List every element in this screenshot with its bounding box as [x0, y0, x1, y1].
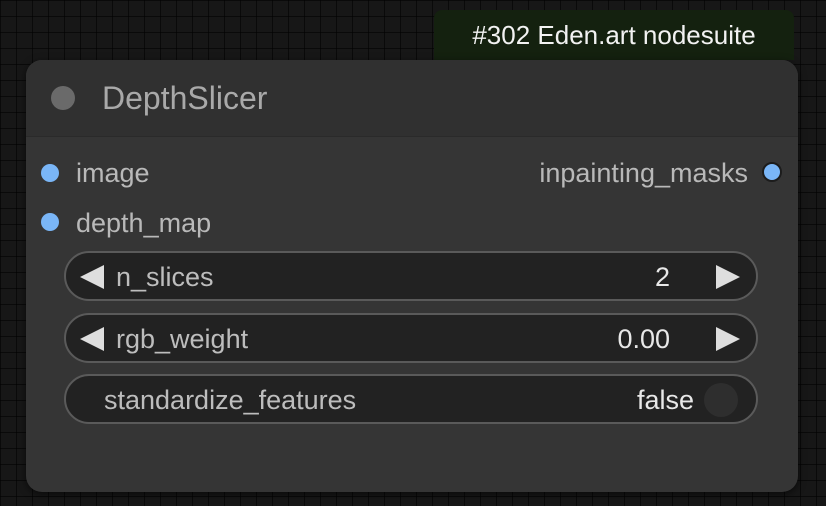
node-header[interactable]: DepthSlicer — [26, 60, 798, 137]
standardize-features-value: false — [636, 385, 694, 415]
rgb-weight-increment-icon[interactable] — [716, 327, 740, 351]
n-slices-decrement-icon[interactable] — [80, 265, 104, 289]
node-title: DepthSlicer — [102, 80, 268, 116]
input-slot-image-icon[interactable] — [41, 164, 59, 182]
rgb-weight-value[interactable]: 0.00 — [617, 324, 670, 354]
rgb-weight-decrement-icon[interactable] — [80, 327, 104, 351]
output-label-inpainting-masks: inpainting_masks — [539, 158, 748, 188]
node-status-icon[interactable] — [51, 86, 75, 110]
n-slices-value[interactable]: 2 — [655, 262, 670, 292]
rgb-weight-label: rgb_weight — [116, 324, 249, 354]
node-source-badge: #302 Eden.art nodesuite — [434, 10, 794, 60]
n-slices-label: n_slices — [116, 262, 214, 292]
rgb-weight-widget[interactable]: rgb_weight 0.00 — [64, 313, 758, 363]
n-slices-widget[interactable]: n_slices 2 — [64, 251, 758, 301]
input-slot-depth-map-icon[interactable] — [41, 213, 59, 231]
input-label-image: image — [76, 158, 150, 188]
input-label-depth-map: depth_map — [76, 208, 212, 238]
toggle-off-icon[interactable] — [704, 383, 738, 417]
standardize-features-label: standardize_features — [104, 385, 357, 415]
output-slot-inpainting-masks-icon[interactable] — [762, 162, 782, 182]
depth-slicer-node[interactable]: DepthSlicer image inpainting_masks depth… — [26, 60, 798, 492]
n-slices-increment-icon[interactable] — [716, 265, 740, 289]
standardize-features-toggle[interactable]: standardize_features false — [64, 374, 758, 424]
